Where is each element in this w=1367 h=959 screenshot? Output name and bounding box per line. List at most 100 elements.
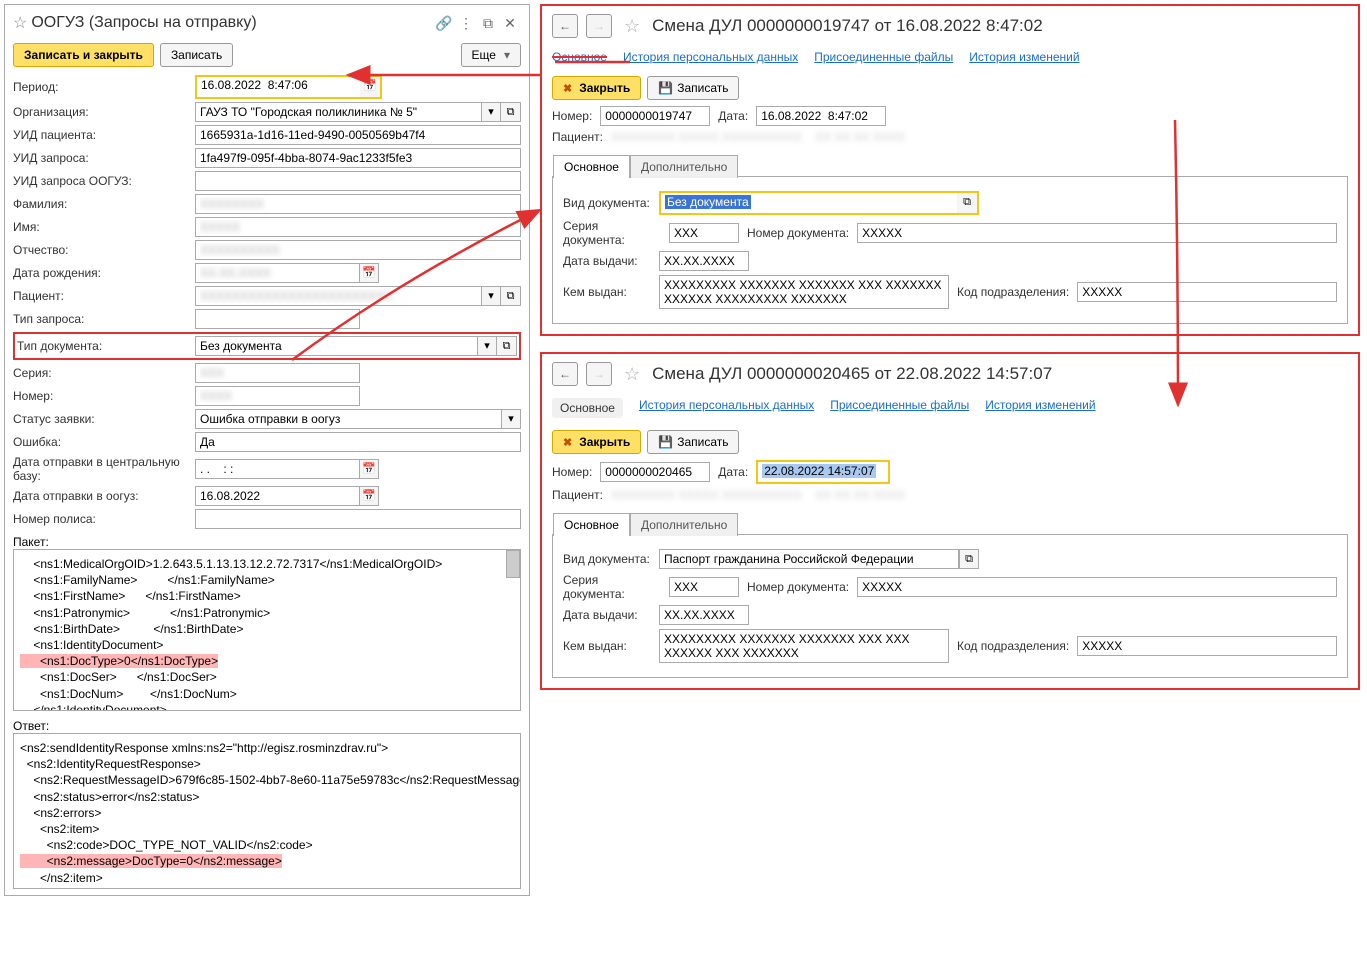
org-input[interactable] xyxy=(195,102,481,122)
uid-ooguz-input[interactable] xyxy=(195,171,521,191)
open-icon[interactable]: ⧉ xyxy=(497,336,517,356)
subdiv-code-input[interactable] xyxy=(1077,636,1337,656)
error-input[interactable] xyxy=(195,432,521,452)
forward-icon[interactable]: → xyxy=(586,362,612,386)
uid-request-label: УИД запроса: xyxy=(13,151,195,165)
tab-history-changes[interactable]: История изменений xyxy=(969,50,1079,64)
tab-extra-inner[interactable]: Дополнительно xyxy=(630,155,738,178)
num-input[interactable] xyxy=(600,106,710,126)
patient-input[interactable] xyxy=(195,286,481,306)
calendar-icon[interactable]: 📅 xyxy=(359,263,379,283)
patient-value: XXXXXXXX XXXXX XXXXXXXXXX XX XX XX XXXX xyxy=(611,130,905,144)
doc-type-input[interactable] xyxy=(195,336,477,356)
uid-ooguz-label: УИД запроса ООГУЗ: xyxy=(13,174,195,188)
patronymic-input[interactable] xyxy=(195,240,521,260)
tab-files[interactable]: Присоединенные файлы xyxy=(814,50,953,64)
period-input[interactable] xyxy=(197,77,360,93)
birthdate-input[interactable] xyxy=(195,263,359,283)
date-ooguz-input[interactable] xyxy=(195,486,359,506)
save-button[interactable]: Записать xyxy=(160,43,233,67)
patient-label: Пациент: xyxy=(13,289,195,303)
subdiv-code-input[interactable] xyxy=(1077,282,1337,302)
card-dul-1: ← → ☆ Смена ДУЛ 0000000019747 от 16.08.2… xyxy=(540,4,1360,336)
favorite-star-icon[interactable]: ☆ xyxy=(624,16,640,37)
tab-main[interactable]: Основное xyxy=(552,50,607,64)
req-type-input[interactable] xyxy=(195,309,360,329)
dropdown-icon[interactable]: ▾ xyxy=(501,409,521,429)
doc-type-input[interactable] xyxy=(659,549,959,569)
doc-number-label: Номер документа: xyxy=(747,226,849,240)
date-central-input[interactable] xyxy=(195,459,359,479)
favorite-star-icon[interactable]: ☆ xyxy=(13,13,27,33)
series-label: Серия: xyxy=(13,366,195,380)
lastname-input[interactable] xyxy=(195,194,521,214)
uid-patient-input[interactable] xyxy=(195,125,521,145)
date-input[interactable]: 22.08.2022 14:57:07 xyxy=(762,464,876,478)
num-input[interactable] xyxy=(600,462,710,482)
issue-date-input[interactable] xyxy=(659,251,749,271)
tab-history-changes[interactable]: История изменений xyxy=(985,398,1095,418)
x-icon xyxy=(563,435,575,449)
open-icon[interactable]: ⧉ xyxy=(959,549,979,569)
answer-xml[interactable]: <ns2:sendIdentityResponse xmlns:ns2="htt… xyxy=(13,733,521,889)
calendar-icon[interactable]: 📅 xyxy=(359,459,379,479)
uid-request-input[interactable] xyxy=(195,148,521,168)
tab-files[interactable]: Присоединенные файлы xyxy=(830,398,969,418)
card-title: Смена ДУЛ 0000000020465 от 22.08.2022 14… xyxy=(652,364,1052,384)
number-input[interactable] xyxy=(195,386,360,406)
save-close-button[interactable]: Записать и закрыть xyxy=(13,43,154,67)
doc-series-label: Серия документа: xyxy=(563,573,661,601)
open-icon[interactable]: ⧉ xyxy=(957,193,977,213)
req-type-label: Тип запроса: xyxy=(13,312,195,326)
forward-icon[interactable]: → xyxy=(586,14,612,38)
doc-number-input[interactable] xyxy=(857,577,1337,597)
date-input[interactable] xyxy=(756,106,886,126)
open-icon[interactable]: ⧉ xyxy=(501,102,521,122)
packet-xml[interactable]: <ns1:MedicalOrgOID>1.2.643.5.1.13.13.12.… xyxy=(13,549,521,711)
doc-type-label: Тип документа: xyxy=(17,339,195,353)
left-window: ☆ ООГУЗ (Запросы на отправку) 🔗 ⋮ ⧉ ✕ За… xyxy=(4,4,530,896)
status-input[interactable] xyxy=(195,409,501,429)
issue-date-input[interactable] xyxy=(659,605,749,625)
doc-series-input[interactable] xyxy=(669,577,739,597)
issued-by-input[interactable]: XXXXXXXXX XXXXXXX XXXXXXX XXX XXX XXXXXX… xyxy=(659,629,949,663)
save-button[interactable]: Записать xyxy=(647,76,739,100)
back-icon[interactable]: ← xyxy=(552,14,578,38)
link-icon[interactable]: 🔗 xyxy=(433,15,455,32)
doc-number-label: Номер документа: xyxy=(747,580,849,594)
close-icon[interactable]: ✕ xyxy=(499,15,521,32)
issued-by-label: Кем выдан: xyxy=(563,639,651,653)
close-button[interactable]: Закрыть xyxy=(552,76,641,100)
issued-by-input[interactable]: XXXXXXXXX XXXXXXX XXXXXXX XXX XXXXXXX XX… xyxy=(659,275,949,309)
series-input[interactable] xyxy=(195,363,360,383)
open-icon[interactable]: ⧉ xyxy=(501,286,521,306)
tab-extra-inner[interactable]: Дополнительно xyxy=(630,513,738,536)
calendar-icon[interactable]: 📅 xyxy=(360,77,380,97)
firstname-input[interactable] xyxy=(195,217,521,237)
dropdown-icon[interactable]: ▾ xyxy=(477,336,497,356)
favorite-star-icon[interactable]: ☆ xyxy=(624,364,640,385)
tab-main[interactable]: Основное xyxy=(552,398,623,418)
back-icon[interactable]: ← xyxy=(552,362,578,386)
doc-type-input[interactable]: Без документа xyxy=(665,195,751,209)
calendar-icon[interactable]: 📅 xyxy=(359,486,379,506)
birthdate-label: Дата рождения: xyxy=(13,266,195,280)
dropdown-icon[interactable]: ▾ xyxy=(481,102,501,122)
kebab-icon[interactable]: ⋮ xyxy=(455,15,477,32)
tab-history-pd[interactable]: История персональных данных xyxy=(639,398,814,418)
close-button[interactable]: Закрыть xyxy=(552,430,641,454)
policy-input[interactable] xyxy=(195,509,521,529)
dropdown-icon[interactable]: ▾ xyxy=(481,286,501,306)
more-button[interactable]: Еще xyxy=(461,43,521,67)
detach-icon[interactable]: ⧉ xyxy=(477,15,499,32)
doc-series-input[interactable] xyxy=(669,223,739,243)
tab-main-inner[interactable]: Основное xyxy=(553,155,630,178)
doc-number-input[interactable] xyxy=(857,223,1337,243)
tab-history-pd[interactable]: История персональных данных xyxy=(623,50,798,64)
tab-main-inner[interactable]: Основное xyxy=(553,513,630,536)
date-label: Дата: xyxy=(718,465,748,479)
save-button[interactable]: Записать xyxy=(647,430,739,454)
date-label: Дата: xyxy=(718,109,748,123)
scrollbar-thumb[interactable] xyxy=(506,550,520,578)
card-title: Смена ДУЛ 0000000019747 от 16.08.2022 8:… xyxy=(652,16,1043,36)
